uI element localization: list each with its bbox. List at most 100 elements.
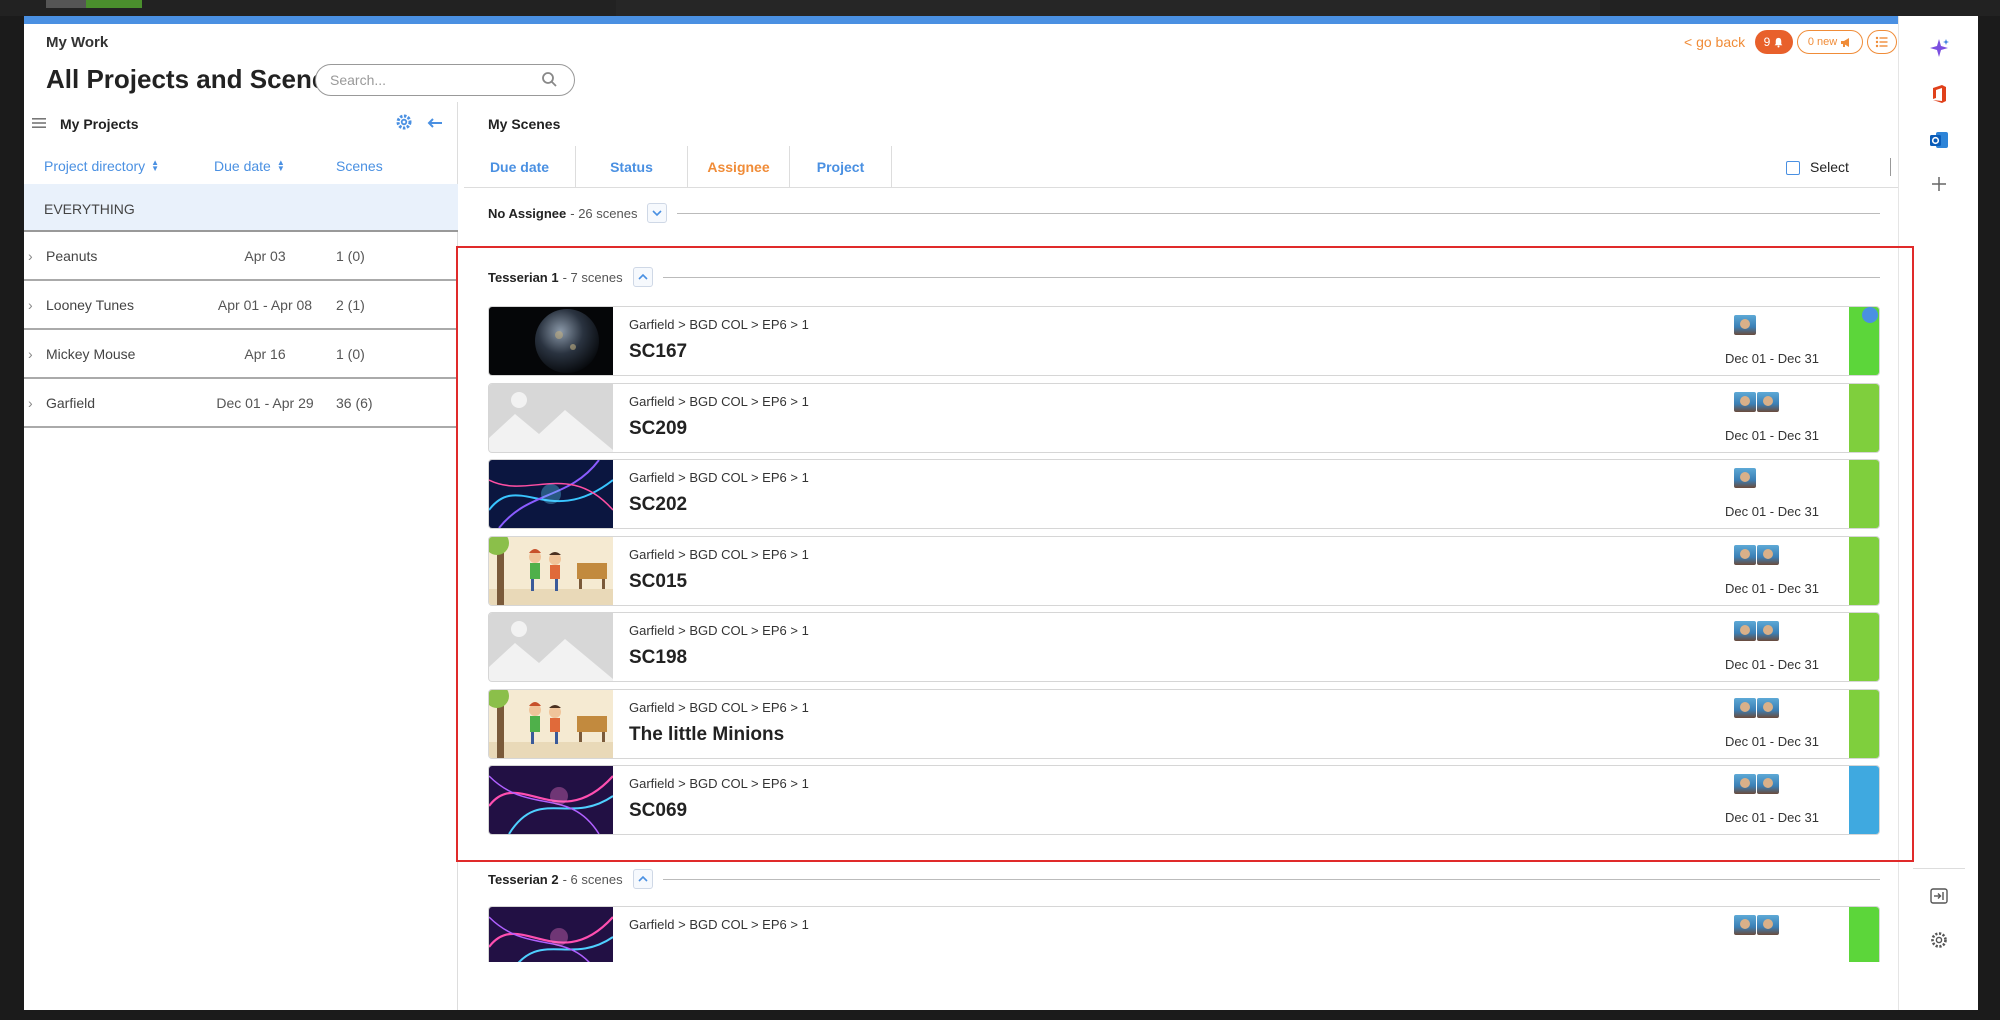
side-rail <box>1898 16 1978 1010</box>
search-input[interactable] <box>315 64 575 96</box>
scene-dates: Dec 01 - Dec 31 <box>1725 427 1819 443</box>
column-label: Due date <box>214 158 271 174</box>
project-name: Mickey Mouse <box>46 346 136 362</box>
assignee-group-header: Tesserian 1- 7 scenes <box>488 266 1880 288</box>
status-indicator <box>1849 689 1879 758</box>
scene-card[interactable]: Garfield > BGD COL > EP6 > 1 SC167 Dec 01 … <box>488 306 1880 376</box>
scene-card[interactable]: Garfield > BGD COL > EP6 > 1 SC202 Dec 01 … <box>488 459 1880 529</box>
scenes-tabs: Due date Status Assignee Project Select <box>464 146 1920 188</box>
projects-columns: Project directory ▲ ▼ Due date ▲ ▼ Scenes <box>24 146 458 184</box>
scene-path: Garfield > BGD COL > EP6 > 1 <box>629 699 809 715</box>
frame-tab <box>46 0 86 8</box>
assignee-avatars <box>1734 774 1779 794</box>
chevron-right-icon[interactable]: › <box>28 297 33 313</box>
assignee-avatar <box>1757 621 1779 641</box>
search-icon[interactable] <box>540 70 560 90</box>
list-button[interactable] <box>1867 30 1897 54</box>
scenes-panel: My Scenes Due date Status Assignee Proje… <box>464 102 1920 1010</box>
add-button[interactable] <box>1921 166 1957 202</box>
scene-name: SC202 <box>629 494 688 515</box>
project-row[interactable]: › Looney Tunes Apr 01 - Apr 08 2 (1) <box>24 281 458 330</box>
thumbnail-plasma <box>489 907 613 962</box>
bell-icon <box>1774 37 1783 48</box>
everything-row[interactable]: EVERYTHING <box>24 184 458 232</box>
scene-dates: Dec 01 - Dec 31 <box>1725 733 1819 749</box>
column-label: Scenes <box>336 158 383 174</box>
projects-panel: My Projects Project directory ▲ ▼ Due dat… <box>24 102 458 1010</box>
scene-name: SC069 <box>629 800 688 821</box>
collapse-arrow-icon[interactable] <box>424 112 446 134</box>
tab-status[interactable]: Status <box>576 146 688 188</box>
rail-divider <box>1913 868 1965 869</box>
scene-name: SC198 <box>629 647 688 668</box>
page-title: All Projects and Scenes <box>46 64 341 94</box>
project-due-date: Dec 01 - Apr 29 <box>216 395 314 411</box>
assignee-group-header: Tesserian 2- 6 scenes <box>488 868 1880 890</box>
go-back-link[interactable]: < go back <box>1684 34 1745 50</box>
collapse-rail-button[interactable] <box>1921 878 1957 914</box>
scene-path: Garfield > BGD COL > EP6 > 1 <box>629 776 809 791</box>
scenes-panel-title: My Scenes <box>488 116 561 132</box>
chevron-up-icon[interactable] <box>632 267 653 287</box>
chevron-up-icon[interactable] <box>632 869 653 889</box>
project-name: Looney Tunes <box>46 297 134 313</box>
scene-card[interactable]: Garfield > BGD COL > EP6 > 1 The little M… <box>488 688 1880 759</box>
project-row[interactable]: › Mickey Mouse Apr 16 1 (0) <box>24 330 458 379</box>
thumbnail-placeholder <box>489 383 613 452</box>
scene-path: Garfield > BGD COL > EP6 > 1 <box>629 546 809 562</box>
office-button[interactable] <box>1921 76 1957 112</box>
sidebar-collapse-icon <box>1930 888 1948 904</box>
chevron-down-icon[interactable] <box>647 203 668 223</box>
topbar-accent <box>24 16 1922 24</box>
tab-due-date[interactable]: Due date <box>464 146 576 188</box>
column-scenes[interactable]: Scenes <box>336 158 383 174</box>
scene-dates: Dec 01 - Dec 31 <box>1725 351 1819 366</box>
scene-card[interactable]: Garfield > BGD COL > EP6 > 1 SC209 Dec 01 … <box>488 382 1880 453</box>
outlook-button[interactable] <box>1921 122 1957 158</box>
frame-tab <box>616 0 1600 16</box>
scene-name: SC015 <box>629 570 688 592</box>
divider <box>1890 158 1891 176</box>
assignee-avatar <box>1734 391 1756 412</box>
status-indicator <box>1849 460 1879 528</box>
announcements-button[interactable]: 0 new <box>1797 30 1863 54</box>
status-indicator <box>1849 613 1879 681</box>
status-indicator <box>1849 766 1879 834</box>
scene-name: SC209 <box>629 417 688 439</box>
chevron-right-icon[interactable]: › <box>28 248 33 264</box>
select-checkbox[interactable] <box>1786 161 1800 175</box>
projects-panel-header: My Projects <box>24 102 458 146</box>
assignee-avatar <box>1757 915 1779 935</box>
group-name: No Assignee <box>488 205 567 221</box>
project-name: Garfield <box>46 395 96 411</box>
chevron-right-icon[interactable]: › <box>28 395 33 411</box>
scene-card[interactable]: Garfield > BGD COL > EP6 > 1 SC015 Dec 01 … <box>488 535 1880 606</box>
column-project-directory[interactable]: Project directory ▲ ▼ <box>44 158 159 174</box>
scene-card[interactable]: Garfield > BGD COL > EP6 > 1 SC198 Dec 01 … <box>488 612 1880 682</box>
column-due-date[interactable]: Due date ▲ ▼ <box>214 158 285 174</box>
thumbnail-earth <box>489 307 613 375</box>
chevron-right-icon[interactable]: › <box>28 346 33 362</box>
copilot-button[interactable] <box>1921 30 1957 66</box>
scene-card[interactable]: Garfield > BGD COL > EP6 > 1 SC069 Dec 01 … <box>488 765 1880 835</box>
project-scene-count: 2 (1) <box>336 297 365 313</box>
hamburger-menu-icon[interactable] <box>30 114 48 132</box>
assignee-avatar <box>1734 697 1756 718</box>
assignee-avatar <box>1734 468 1756 488</box>
tab-project[interactable]: Project <box>790 146 892 188</box>
settings-button[interactable] <box>1921 922 1957 958</box>
scene-path: Garfield > BGD COL > EP6 > 1 <box>629 317 809 332</box>
settings-gear-icon <box>1931 932 1947 948</box>
thumbnail-placeholder <box>489 613 613 681</box>
project-row[interactable]: › Peanuts Apr 03 1 (0) <box>24 232 458 281</box>
tab-assignee[interactable]: Assignee <box>688 146 790 188</box>
notifications-button[interactable]: 9 <box>1755 30 1793 54</box>
gear-icon[interactable] <box>394 112 414 132</box>
scene-card[interactable]: Garfield > BGD COL > EP6 > 1 <box>488 906 1880 962</box>
group-divider <box>677 212 1880 214</box>
assignee-avatar <box>1757 697 1779 718</box>
project-row[interactable]: › Garfield Dec 01 - Apr 29 36 (6) <box>24 379 458 428</box>
outlook-icon <box>1930 132 1948 148</box>
assignee-avatar <box>1757 774 1779 794</box>
sort-icon: ▲ ▼ <box>276 158 285 173</box>
